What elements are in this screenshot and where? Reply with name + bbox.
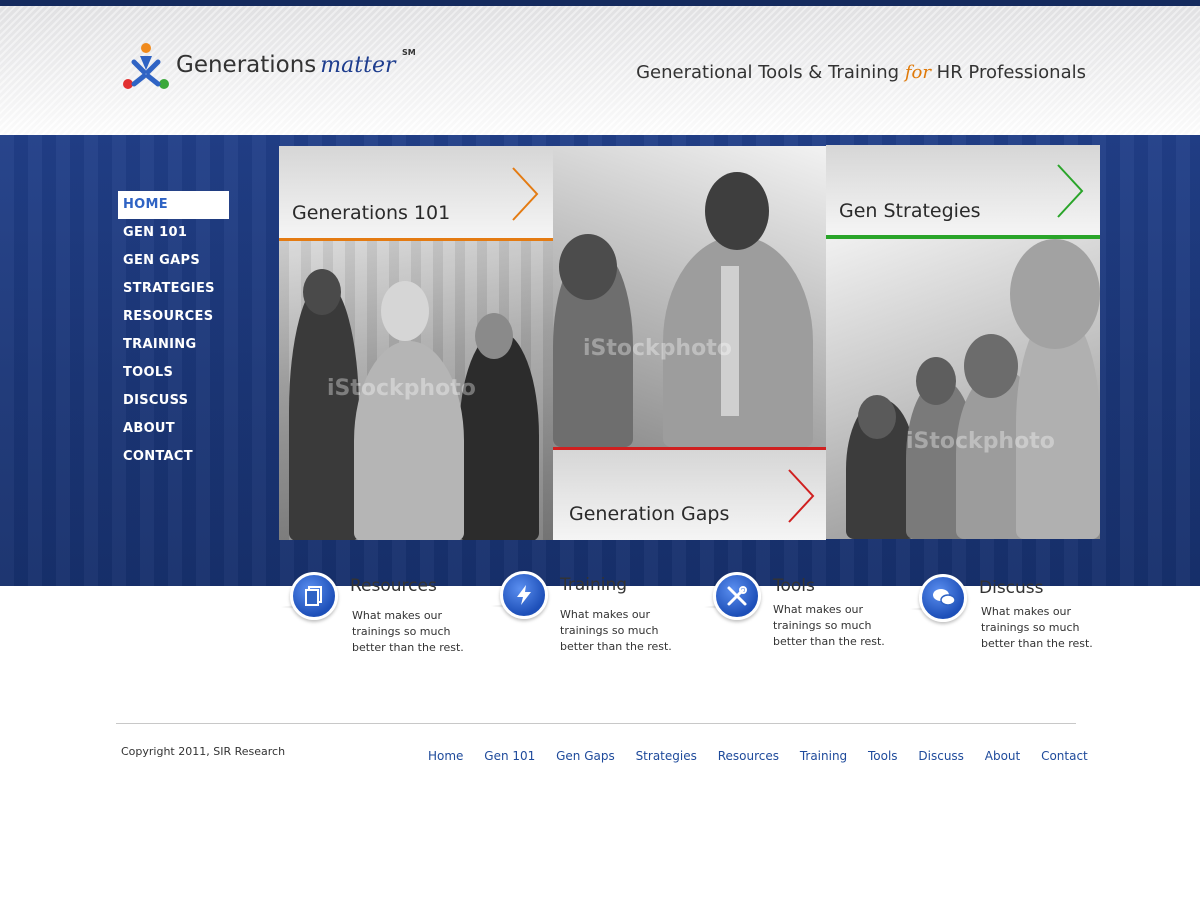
feature-resources[interactable]: Resources What makes our trainings so mu…: [280, 572, 480, 672]
generation-gaps-title: Generation Gaps: [569, 503, 730, 525]
copyright-text: Copyright 2011, SIR Research: [121, 745, 286, 758]
nav-item-gen-101[interactable]: GEN 101: [118, 219, 229, 247]
tile-gen-strategies[interactable]: iStockphoto Gen Strategies: [826, 145, 1100, 539]
nav-item-discuss[interactable]: DISCUSS: [118, 387, 229, 415]
footer-link-about[interactable]: About: [985, 749, 1020, 763]
footer-divider: [116, 723, 1076, 724]
feature-training-title: Training: [560, 575, 628, 595]
generation-gaps-photo: iStockphoto: [553, 146, 826, 447]
feature-resources-title: Resources: [350, 576, 437, 596]
gen-strategies-title: Gen Strategies: [839, 200, 981, 222]
nav-item-strategies[interactable]: STRATEGIES: [118, 275, 229, 303]
main-nav: HOME GEN 101 GEN GAPS STRATEGIES RESOURC…: [118, 191, 229, 471]
feature-row: Resources What makes our trainings so mu…: [0, 571, 1200, 716]
chevron-right-icon: [788, 469, 815, 523]
feature-tools-title: Tools: [773, 576, 815, 596]
nav-item-gen-gaps[interactable]: GEN GAPS: [118, 247, 229, 275]
feature-training[interactable]: Training What makes our trainings so muc…: [490, 571, 690, 671]
site-tagline: Generational Tools & Training for HR Pro…: [636, 62, 1086, 83]
footer-link-resources[interactable]: Resources: [718, 749, 779, 763]
gen-strategies-accent: [826, 235, 1100, 239]
footer-link-contact[interactable]: Contact: [1041, 749, 1088, 763]
document-icon: [290, 572, 338, 620]
site-header: Generations matter SM Generational Tools …: [0, 6, 1200, 135]
chat-bubbles-icon: [919, 574, 967, 622]
footer-link-discuss[interactable]: Discuss: [918, 749, 964, 763]
watermark-text: iStockphoto: [906, 429, 1055, 454]
footer-link-tools[interactable]: Tools: [868, 749, 898, 763]
feature-discuss-desc: What makes our trainings so much better …: [981, 605, 1093, 650]
tagline-for: for: [904, 62, 931, 83]
nav-item-home[interactable]: HOME: [118, 191, 229, 219]
nav-item-contact[interactable]: CONTACT: [118, 443, 229, 471]
service-mark: SM: [402, 48, 416, 57]
footer-link-strategies[interactable]: Strategies: [636, 749, 697, 763]
chevron-right-icon: [512, 167, 539, 221]
generations-101-title: Generations 101: [292, 202, 451, 224]
watermark-text: iStockphoto: [583, 336, 732, 361]
tagline-part2: HR Professionals: [936, 62, 1086, 83]
footer-nav: Home Gen 101 Gen Gaps Strategies Resourc…: [428, 749, 1105, 763]
tile-generations-101[interactable]: iStockphoto Generations 101: [279, 146, 553, 540]
feature-training-desc: What makes our trainings so much better …: [560, 608, 672, 653]
gen-strategies-photo: iStockphoto: [826, 239, 1100, 539]
nav-item-resources[interactable]: RESOURCES: [118, 303, 229, 331]
lightning-icon: [500, 571, 548, 619]
feature-discuss[interactable]: Discuss What makes our trainings so much…: [909, 574, 1109, 674]
logo-name: Generations: [176, 52, 317, 78]
generations-101-card: Generations 101: [279, 146, 553, 238]
feature-resources-desc: What makes our trainings so much better …: [352, 609, 464, 654]
tagline-part1: Generational Tools & Training: [636, 62, 900, 83]
generations-101-photo: iStockphoto: [279, 241, 553, 540]
logo-wordmark: Generations matter: [176, 52, 396, 78]
logo-name-script: matter: [320, 53, 396, 78]
site-logo[interactable]: Generations matter SM: [120, 40, 420, 100]
footer-link-gen-gaps[interactable]: Gen Gaps: [556, 749, 615, 763]
footer-link-home[interactable]: Home: [428, 749, 463, 763]
tile-generation-gaps[interactable]: iStockphoto Generation Gaps: [553, 146, 826, 540]
generation-gaps-card: Generation Gaps: [553, 450, 826, 540]
nav-item-about[interactable]: ABOUT: [118, 415, 229, 443]
feature-tools[interactable]: Tools What makes our trainings so much b…: [703, 572, 903, 672]
feature-discuss-title: Discuss: [979, 578, 1044, 598]
footer-link-training[interactable]: Training: [800, 749, 847, 763]
tools-icon: [713, 572, 761, 620]
gen-strategies-card: Gen Strategies: [826, 145, 1100, 235]
chevron-right-icon: [1057, 164, 1084, 218]
generations-101-accent: [279, 238, 553, 241]
feature-tools-desc: What makes our trainings so much better …: [773, 603, 885, 648]
watermark-text: iStockphoto: [327, 376, 476, 401]
footer-link-gen-101[interactable]: Gen 101: [484, 749, 535, 763]
generations-logo-icon: [123, 43, 169, 89]
nav-item-tools[interactable]: TOOLS: [118, 359, 229, 387]
nav-item-training[interactable]: TRAINING: [118, 331, 229, 359]
